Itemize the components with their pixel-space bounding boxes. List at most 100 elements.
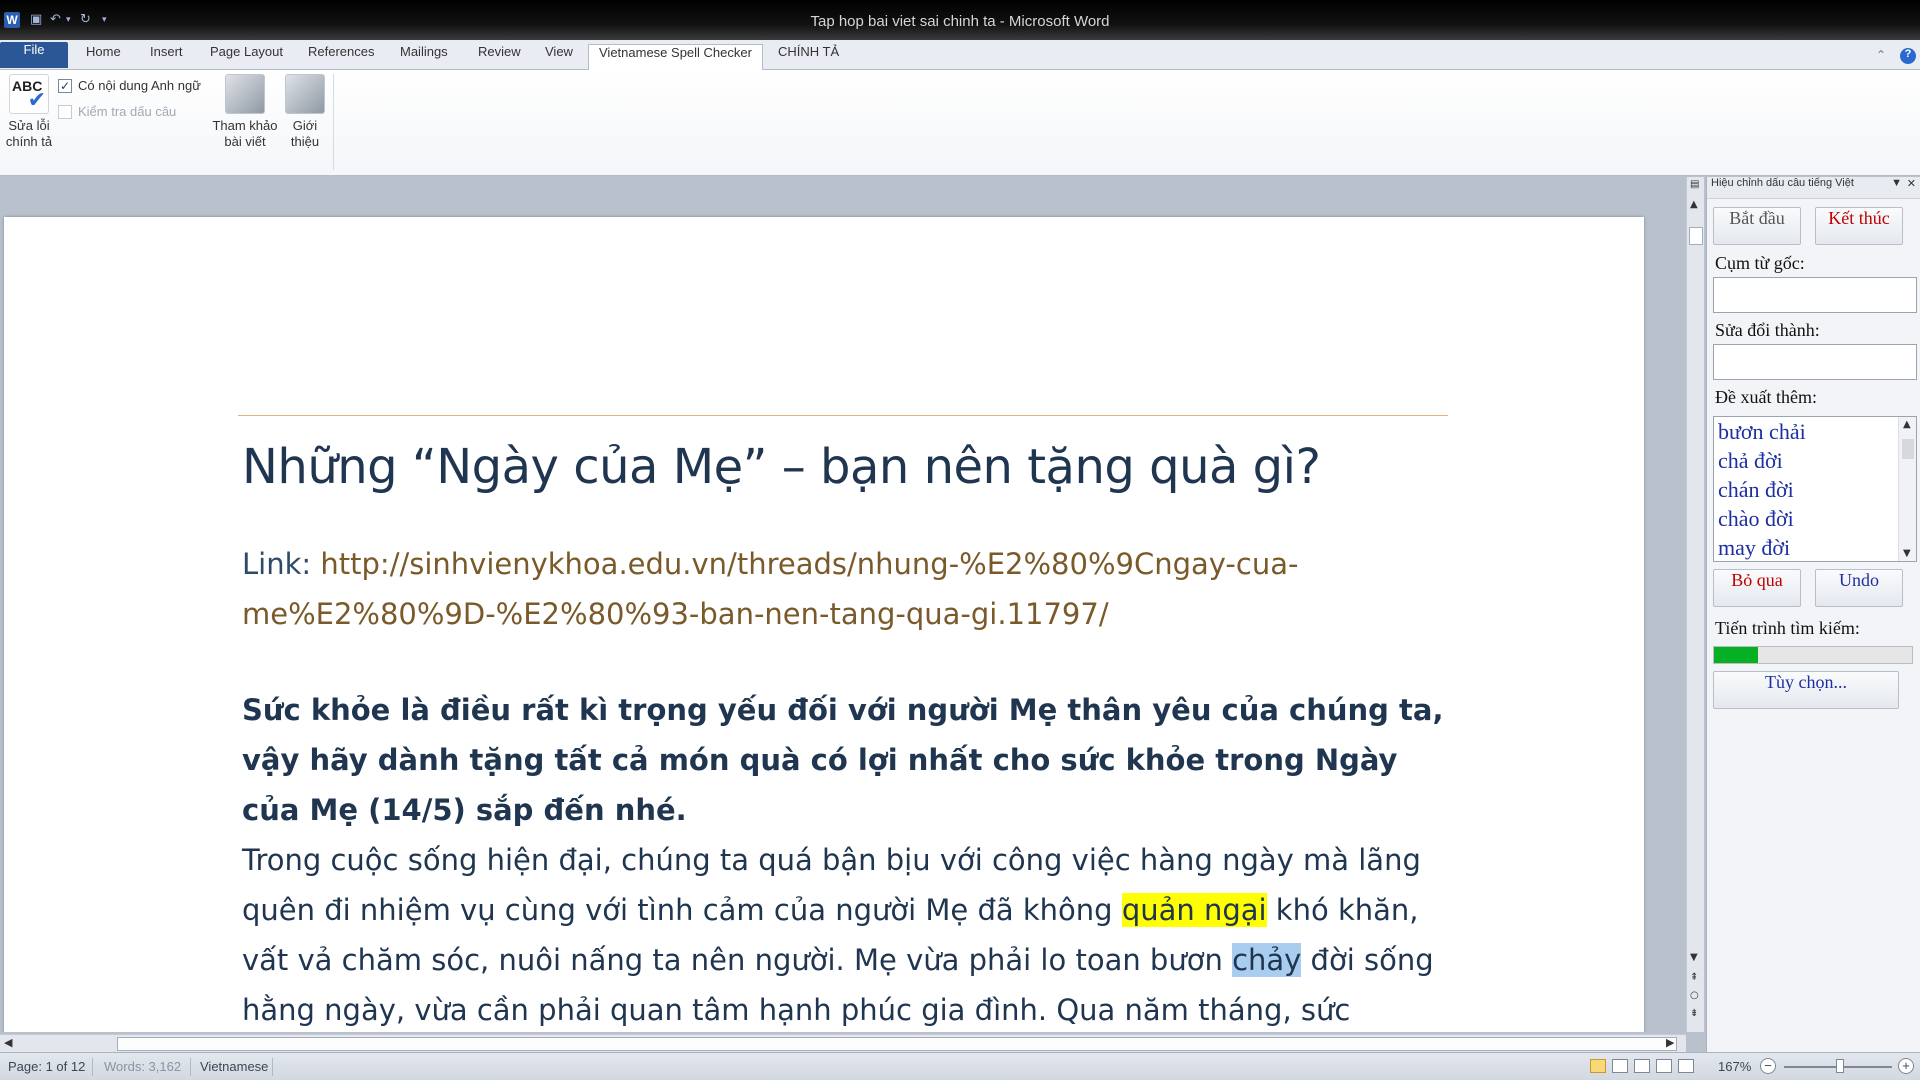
- vertical-scrollbar[interactable]: ▤ ▲ ▼ ⇞ ○ ⇟: [1686, 177, 1704, 1032]
- tab-page-layout[interactable]: Page Layout: [200, 44, 293, 70]
- page-counter[interactable]: Page: 1 of 12: [8, 1059, 85, 1074]
- document-page[interactable]: Những “Ngày của Mẹ” – bạn nên tặng quà g…: [4, 217, 1644, 1032]
- end-button[interactable]: Kết thúc: [1815, 207, 1903, 245]
- about-label-1: Giới: [292, 118, 318, 133]
- suggestion-item[interactable]: chả đời: [1714, 446, 1916, 475]
- draft-view-icon[interactable]: [1678, 1059, 1694, 1073]
- scroll-right-icon[interactable]: ▶: [1666, 1036, 1674, 1049]
- pane-title-bar: Hiệu chỉnh dấu câu tiếng Việt ▼ ✕: [1707, 177, 1920, 199]
- suggestions-scrollbar[interactable]: ▲ ▼: [1898, 417, 1916, 561]
- about-button[interactable]: Giới thiệu: [282, 74, 328, 150]
- tab-review[interactable]: Review: [468, 44, 531, 70]
- previous-page-icon[interactable]: ⇞: [1690, 972, 1698, 983]
- browse-object-icon[interactable]: ○: [1690, 990, 1699, 1001]
- document-title[interactable]: Những “Ngày của Mẹ” – bạn nên tặng quà g…: [242, 439, 1321, 495]
- skip-button[interactable]: Bỏ qua: [1713, 569, 1801, 607]
- body-paragraph[interactable]: Trong cuộc sống hiện đại, chúng ta quá b…: [242, 835, 1462, 1032]
- punctuation-check-label: Kiểm tra dấu câu: [78, 104, 177, 119]
- pane-close-icon[interactable]: ✕: [1907, 177, 1916, 190]
- reference-label-1: Tham khảo: [212, 118, 278, 133]
- scroll-down-icon[interactable]: ▼: [1903, 548, 1911, 559]
- window-title: Tap hop bai viet sai chinh ta - Microsof…: [810, 13, 1110, 30]
- pane-options-dropdown-icon[interactable]: ▼: [1891, 177, 1902, 189]
- search-progress-bar: [1713, 646, 1913, 664]
- options-button[interactable]: Tùy chọn...: [1713, 671, 1899, 709]
- suggestion-item[interactable]: chào đời: [1714, 504, 1916, 533]
- spell-fix-button[interactable]: ABC ✔ Sửa lỗi chính tả: [4, 74, 54, 150]
- tab-references[interactable]: References: [298, 44, 384, 70]
- spellcheck-icon: ABC ✔: [9, 74, 49, 114]
- tab-vietnamese-spell-checker[interactable]: Vietnamese Spell Checker: [588, 44, 763, 71]
- horizontal-scrollbar[interactable]: ◀ ▶: [0, 1034, 1686, 1052]
- suggestion-item[interactable]: bươn chải: [1714, 417, 1916, 446]
- punctuation-check-checkbox[interactable]: Kiểm tra dấu câu: [58, 104, 176, 119]
- zoom-in-icon[interactable]: +: [1898, 1058, 1914, 1074]
- link-url[interactable]: http://sinhvienykhoa.edu.vn/threads/nhun…: [242, 547, 1298, 631]
- status-divider: [190, 1058, 191, 1076]
- ribbon: ABC ✔ Sửa lỗi chính tả ✓ Có nội dung Anh …: [0, 70, 1920, 176]
- title-bar: W ▣ ↶ ▾ ↻ ▾ Tap hop bai viet sai chinh t…: [0, 0, 1920, 40]
- progress-fill: [1714, 647, 1758, 663]
- language-indicator[interactable]: Vietnamese: [200, 1059, 268, 1074]
- word-count[interactable]: Words: 3,162: [104, 1059, 181, 1074]
- search-progress-label: Tiến trình tìm kiếm:: [1715, 618, 1860, 638]
- original-phrase-label: Cụm từ gốc:: [1715, 253, 1805, 273]
- english-content-label: Có nội dung Anh ngữ: [78, 78, 201, 93]
- zoom-out-icon[interactable]: −: [1760, 1058, 1776, 1074]
- outline-view-icon[interactable]: [1656, 1059, 1672, 1073]
- selected-error[interactable]: chảy: [1232, 943, 1302, 977]
- tab-home[interactable]: Home: [76, 44, 131, 70]
- hand-keyboard-icon: [225, 74, 265, 114]
- suggestion-item[interactable]: may đời: [1714, 533, 1916, 561]
- tab-view[interactable]: View: [535, 44, 583, 70]
- full-screen-reading-view-icon[interactable]: [1612, 1059, 1628, 1073]
- pane-title: Hiệu chỉnh dấu câu tiếng Việt: [1711, 177, 1854, 189]
- document-area[interactable]: Những “Ngày của Mẹ” – bạn nên tặng quà g…: [0, 177, 1672, 1032]
- status-divider: [92, 1058, 93, 1076]
- link-paragraph[interactable]: Link: http://sinhvienykhoa.edu.vn/thread…: [242, 539, 1442, 639]
- next-page-icon[interactable]: ⇟: [1690, 1008, 1698, 1019]
- punctuation-task-pane: Hiệu chỉnh dấu câu tiếng Việt ▼ ✕ Bắt đầ…: [1706, 177, 1920, 1052]
- replace-with-label: Sửa đổi thành:: [1715, 320, 1820, 340]
- tab-chinh-ta[interactable]: CHÍNH TẢ: [768, 44, 849, 70]
- vertical-scroll-thumb[interactable]: [1689, 227, 1703, 245]
- reference-label-2: bài viết: [224, 134, 266, 149]
- help-icon[interactable]: ?: [1900, 48, 1916, 64]
- ruler-toggle-icon[interactable]: ▤: [1690, 179, 1699, 190]
- suggestions-scroll-thumb[interactable]: [1902, 439, 1914, 459]
- spell-fix-label-2: chính tả: [5, 134, 53, 149]
- tab-mailings[interactable]: Mailings: [390, 44, 458, 70]
- header-divider: [238, 415, 1448, 416]
- zoom-slider-thumb[interactable]: [1836, 1059, 1844, 1073]
- minimize-ribbon-icon[interactable]: ⌃: [1876, 48, 1886, 62]
- reference-articles-button[interactable]: Tham khảo bài viết: [210, 74, 280, 150]
- highlighted-error[interactable]: quản ngại: [1121, 893, 1267, 927]
- bold-paragraph[interactable]: Sức khỏe là điều rất kì trọng yếu đối vớ…: [242, 685, 1452, 835]
- scroll-down-icon[interactable]: ▼: [1690, 952, 1698, 963]
- scroll-left-icon[interactable]: ◀: [4, 1036, 12, 1049]
- checkbox-checked-icon: ✓: [58, 78, 72, 93]
- about-label-2: thiệu: [290, 134, 320, 149]
- checkbox-unchecked-icon: [58, 104, 72, 119]
- tab-file[interactable]: File: [0, 42, 68, 68]
- ribbon-group-separator: [333, 74, 334, 170]
- replace-with-input[interactable]: [1713, 344, 1917, 380]
- print-layout-view-icon[interactable]: [1590, 1059, 1606, 1073]
- english-content-checkbox[interactable]: ✓ Có nội dung Anh ngữ: [58, 78, 201, 93]
- suggestions-list[interactable]: bươn chải chả đời chán đời chào đời may …: [1713, 416, 1917, 562]
- scroll-up-icon[interactable]: ▲: [1903, 419, 1911, 430]
- undo-button[interactable]: Undo: [1815, 569, 1903, 607]
- suggestions-label: Đề xuất thêm:: [1715, 387, 1817, 407]
- original-phrase-input[interactable]: [1713, 277, 1917, 313]
- suggestion-item[interactable]: chán đời: [1714, 475, 1916, 504]
- start-button[interactable]: Bắt đầu: [1713, 207, 1801, 245]
- spell-fix-label-1: Sửa lỗi: [8, 118, 50, 133]
- horizontal-scroll-thumb[interactable]: [117, 1037, 1677, 1051]
- zoom-level[interactable]: 167%: [1718, 1059, 1751, 1074]
- status-divider: [272, 1058, 273, 1076]
- scroll-up-icon[interactable]: ▲: [1690, 199, 1698, 210]
- ribbon-tabs: File Home Insert Page Layout References …: [0, 40, 1920, 71]
- link-label: Link:: [242, 547, 321, 581]
- web-layout-view-icon[interactable]: [1634, 1059, 1650, 1073]
- tab-insert[interactable]: Insert: [140, 44, 193, 70]
